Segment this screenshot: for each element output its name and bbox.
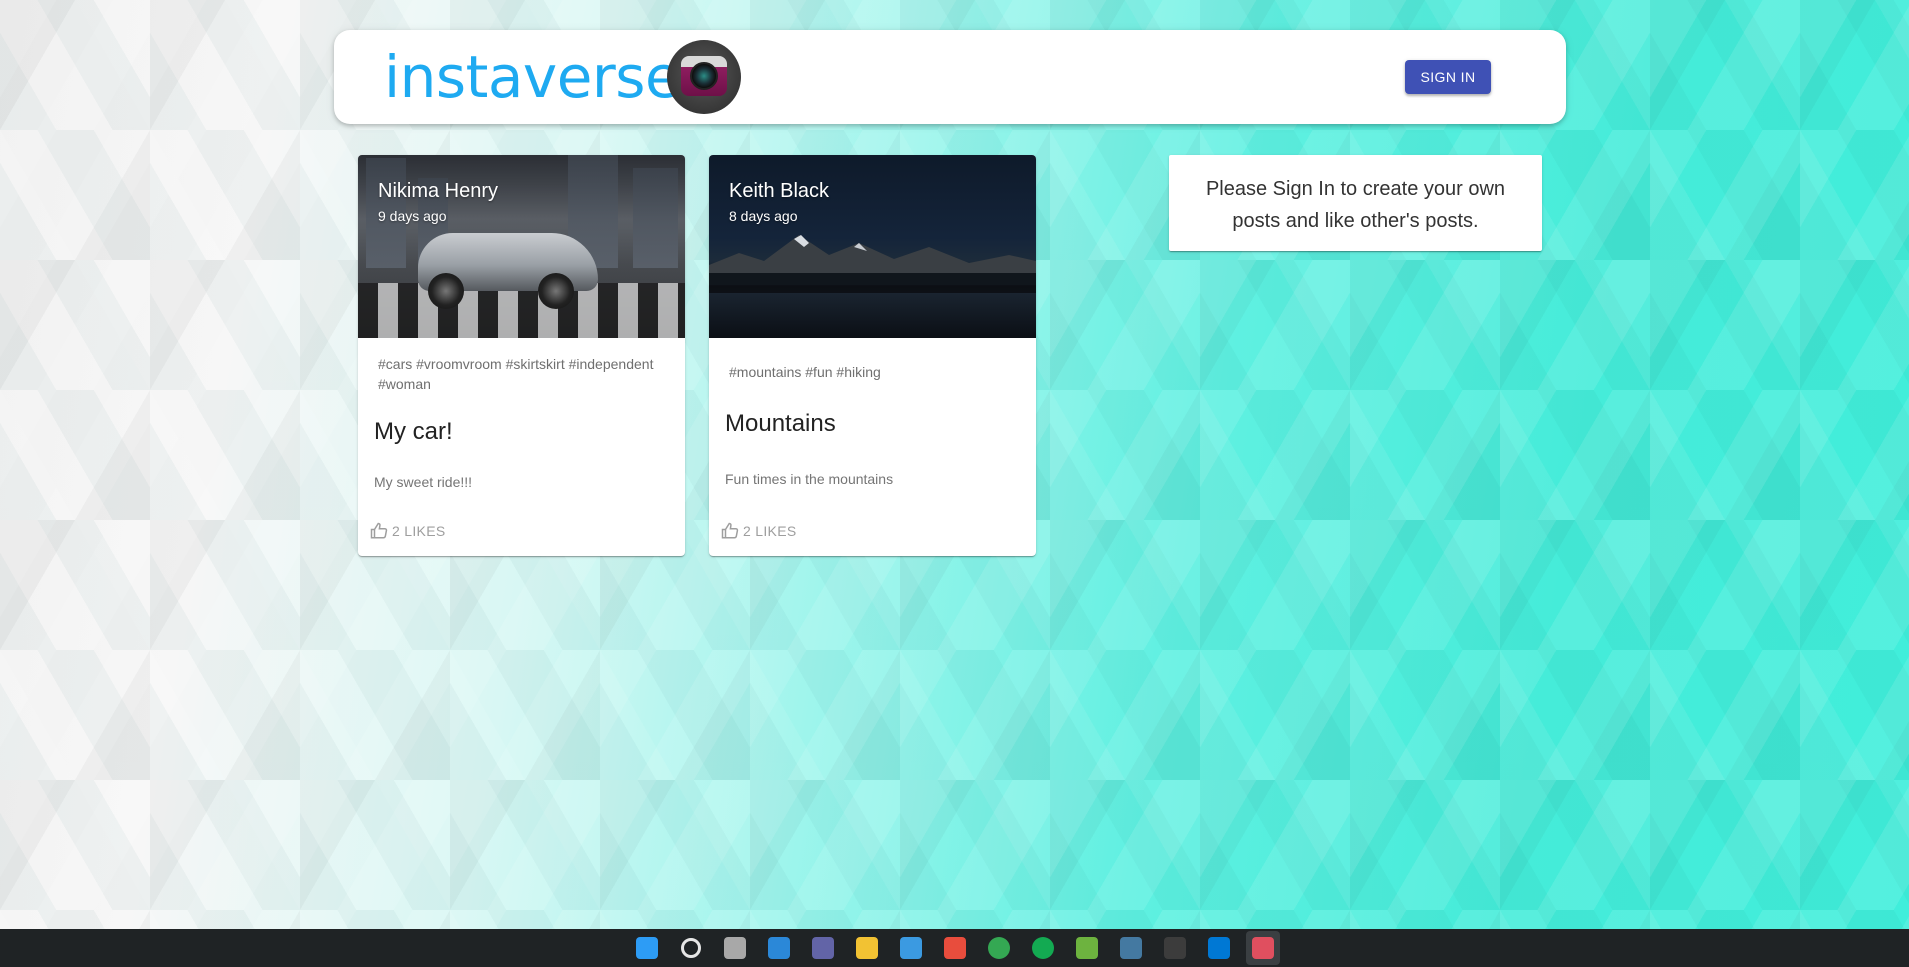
post-tags: #mountains #fun #hiking (729, 364, 881, 380)
terminal-taskbar-button[interactable] (1158, 931, 1192, 965)
car-wheel (538, 273, 574, 309)
vscode-taskbar-button[interactable] (1202, 931, 1236, 965)
microsoft-store-icon (899, 937, 922, 959)
post-body: My sweet ride!!! (374, 474, 473, 490)
teams-chat-taskbar-button[interactable] (806, 931, 840, 965)
snipping-tool-taskbar-button[interactable] (1245, 931, 1280, 965)
post-time: 9 days ago (378, 208, 447, 224)
vscode-icon (1207, 937, 1230, 959)
camera-logo-icon (667, 40, 741, 114)
post-image-car: Nikima Henry 9 days ago (358, 155, 685, 338)
chrome-taskbar-button[interactable] (982, 931, 1016, 965)
thumb-up-icon (721, 522, 739, 539)
post-image-mountains: Keith Black 8 days ago (709, 155, 1036, 338)
sourcetree-icon (943, 937, 966, 959)
mysql-workbench-icon (1119, 937, 1142, 959)
mysql-workbench-taskbar-button[interactable] (1114, 931, 1148, 965)
post-title: Mountains (725, 410, 836, 437)
widgets-taskbar-button[interactable] (762, 931, 796, 965)
teams-chat-icon (811, 937, 834, 959)
windows-taskbar (0, 929, 1909, 967)
file-explorer-icon (855, 937, 878, 959)
post-tags: #cars #vroomvroom #skirtskirt #independe… (378, 356, 654, 392)
chrome-icon (987, 937, 1010, 959)
search-icon (680, 938, 701, 958)
page: instaverse SIGN IN Nikima Henry 9 days a… (0, 0, 1909, 967)
like-button[interactable]: 2 LIKES (721, 520, 796, 542)
post-header-overlay: Keith Black 8 days ago (729, 179, 829, 225)
search-taskbar-button[interactable] (674, 931, 708, 965)
post-author: Nikima Henry (378, 180, 499, 202)
building-shape (633, 168, 678, 268)
sourcetree-taskbar-button[interactable] (938, 931, 972, 965)
post-header-overlay: Nikima Henry 9 days ago (378, 179, 498, 225)
post-body: Fun times in the mountains (725, 471, 894, 487)
mountain-range-shape (709, 235, 1036, 285)
spring-tool-icon (1075, 937, 1098, 959)
mongodb-compass-icon (1031, 937, 1054, 959)
brand-title[interactable]: instaverse (384, 42, 681, 112)
windows-start-icon (635, 937, 658, 959)
sign-in-button[interactable]: SIGN IN (1405, 60, 1491, 94)
car-wheel (428, 273, 464, 309)
spring-tool-taskbar-button[interactable] (1070, 931, 1104, 965)
checkered-road (358, 283, 685, 338)
camera-lens (690, 62, 718, 90)
like-count: 2 LIKES (743, 523, 797, 539)
widgets-icon (767, 937, 790, 959)
post-title: My car! (374, 418, 453, 445)
like-count: 2 LIKES (392, 523, 446, 539)
post-author: Keith Black (729, 180, 830, 202)
terminal-icon (1163, 937, 1186, 959)
snipping-tool-icon (1251, 937, 1274, 959)
app-header: instaverse SIGN IN (334, 30, 1566, 124)
mongodb-compass-taskbar-button[interactable] (1026, 931, 1060, 965)
windows-start-taskbar-button[interactable] (630, 931, 664, 965)
task-view-icon (723, 937, 746, 959)
task-view-taskbar-button[interactable] (718, 931, 752, 965)
sign-in-notice: Please Sign In to create your own posts … (1169, 155, 1542, 251)
post-card: Nikima Henry 9 days ago #cars #vroomvroo… (358, 155, 685, 556)
post-time: 8 days ago (729, 208, 798, 224)
microsoft-store-taskbar-button[interactable] (894, 931, 928, 965)
thumb-up-icon (370, 522, 388, 539)
file-explorer-taskbar-button[interactable] (850, 931, 884, 965)
like-button[interactable]: 2 LIKES (370, 520, 445, 542)
post-card: Keith Black 8 days ago #mountains #fun #… (709, 155, 1036, 556)
lake-reflection (709, 293, 1036, 338)
